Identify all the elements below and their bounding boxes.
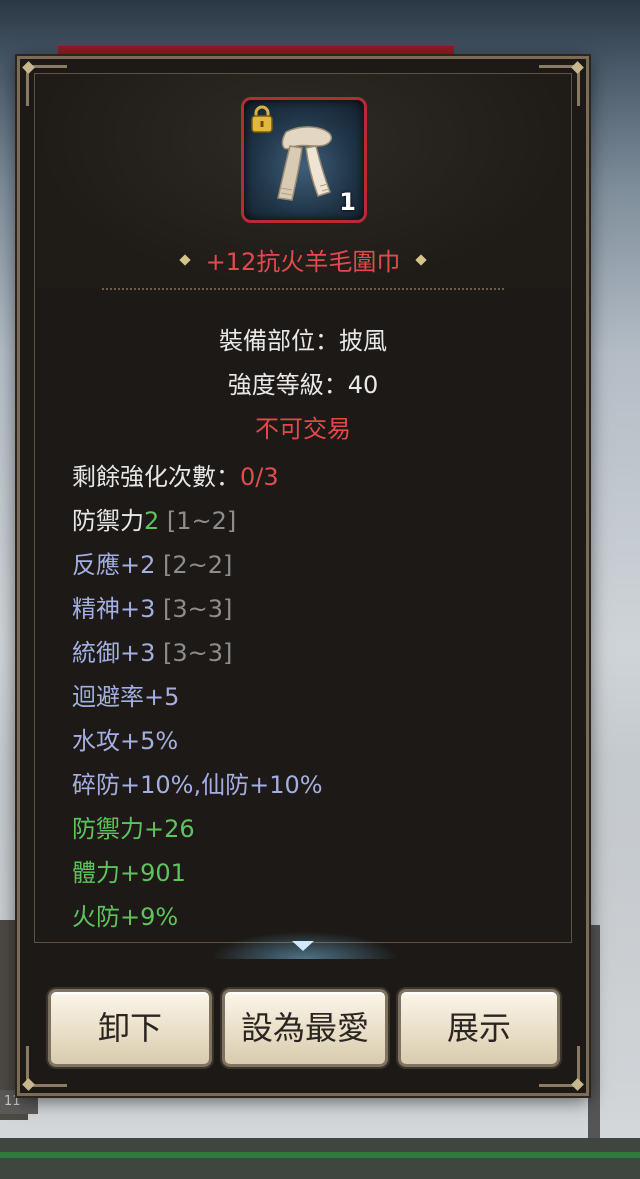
enhance-remaining-value: 0/3	[240, 463, 279, 491]
equip-slot: 裝備部位：披風	[219, 327, 387, 355]
stat-line: 精神+3 [3~3]	[72, 587, 232, 631]
stat-label: 水攻+5%	[72, 727, 179, 755]
stat-line: 碎防+10%,仙防+10%	[72, 763, 323, 807]
stat-line: 統御+3 [3~3]	[72, 631, 232, 675]
stat-label: 迴避率+5	[72, 683, 180, 711]
stat-label: 碎防+10%,仙防+10%	[72, 771, 323, 799]
bonus-stat-line: 體力+901	[72, 859, 186, 887]
item-name-row: +12抗火羊毛圍巾	[20, 242, 586, 277]
trade-status: 不可交易	[255, 415, 351, 443]
background-right-pane	[588, 925, 600, 1140]
stat-label: 反應+2	[72, 551, 156, 579]
enhance-remaining-label: 剩餘強化次數：	[72, 463, 240, 491]
item-tooltip-panel: 1 +12抗火羊毛圍巾 裝備部位：披風 強度等級：40 不可交易 剩餘強化次數：…	[17, 56, 589, 1096]
enhance-remaining: 剩餘強化次數：0/3	[72, 455, 279, 499]
item-stats: 裝備部位：披風 強度等級：40 不可交易	[20, 319, 586, 451]
set-favorite-button[interactable]: 設為最愛	[222, 989, 388, 1067]
stat-range: [3~3]	[163, 639, 233, 667]
item-stack-count: 1	[339, 188, 356, 216]
stat-line: 迴避率+5	[72, 675, 179, 719]
scarf-icon	[277, 126, 332, 201]
stat-value: 2	[144, 507, 160, 535]
stat-range: [2~2]	[163, 551, 233, 579]
diamond-ornament-icon	[178, 253, 191, 266]
bonus-stat-line: 防禦力+26	[72, 815, 195, 843]
unequip-button[interactable]: 卸下	[48, 989, 212, 1067]
divider	[102, 288, 504, 290]
stat-label: 防禦力	[72, 507, 144, 535]
background-bottom-bar	[0, 1138, 640, 1179]
stat-line: 反應+2 [2~2]	[72, 543, 232, 587]
stat-line: 防禦力2 [1~2]	[72, 499, 236, 543]
stat-line: 水攻+5%	[72, 719, 178, 763]
corner-ornament	[26, 65, 67, 106]
lock-icon	[251, 105, 273, 133]
item-icon-slot[interactable]: 1	[241, 97, 367, 223]
item-name: +12抗火羊毛圍巾	[205, 248, 401, 276]
stat-range: [1~2]	[166, 507, 237, 535]
enhance-level: 強度等級：40	[227, 371, 379, 399]
bonus-stat-line: 火防+9%	[72, 903, 179, 931]
diamond-ornament-icon	[415, 253, 428, 266]
stat-range: [3~3]	[163, 595, 233, 623]
show-item-button[interactable]: 展示	[398, 989, 560, 1067]
scroll-down-arrow-icon[interactable]	[292, 941, 314, 951]
stat-label: 精神+3	[72, 595, 156, 623]
stat-label: 統御+3	[72, 639, 156, 667]
background-title-bar	[58, 46, 454, 54]
